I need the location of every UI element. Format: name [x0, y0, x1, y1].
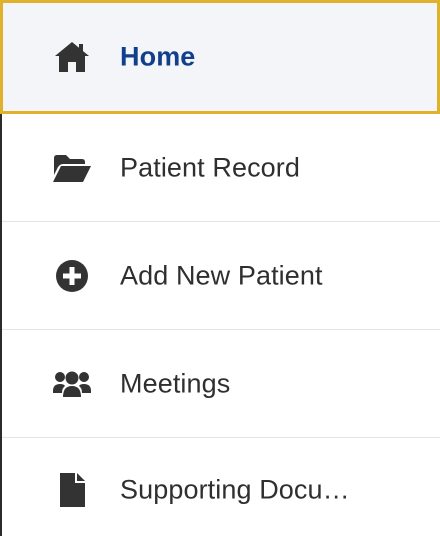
sidebar-item-supporting-documents[interactable]: Supporting Docu… [2, 438, 440, 542]
home-icon [52, 39, 92, 75]
sidebar-item-label: Patient Record [120, 152, 300, 182]
file-icon [52, 472, 92, 508]
sidebar-item-add-new-patient[interactable]: Add New Patient [2, 222, 440, 330]
sidebar-item-label: Supporting Docu… [120, 474, 350, 505]
sidebar-nav: Home Patient Record Add New Patient Meet… [0, 0, 440, 536]
sidebar-item-label: Meetings [120, 368, 231, 398]
users-icon [52, 366, 92, 402]
sidebar-item-meetings[interactable]: Meetings [2, 330, 440, 438]
folder-open-icon [52, 150, 92, 186]
plus-circle-icon [52, 258, 92, 294]
sidebar-item-patient-record[interactable]: Patient Record [2, 114, 440, 222]
sidebar-item-label: Home [120, 41, 196, 72]
sidebar-item-label: Add New Patient [120, 260, 323, 290]
sidebar-item-home[interactable]: Home [0, 0, 440, 114]
